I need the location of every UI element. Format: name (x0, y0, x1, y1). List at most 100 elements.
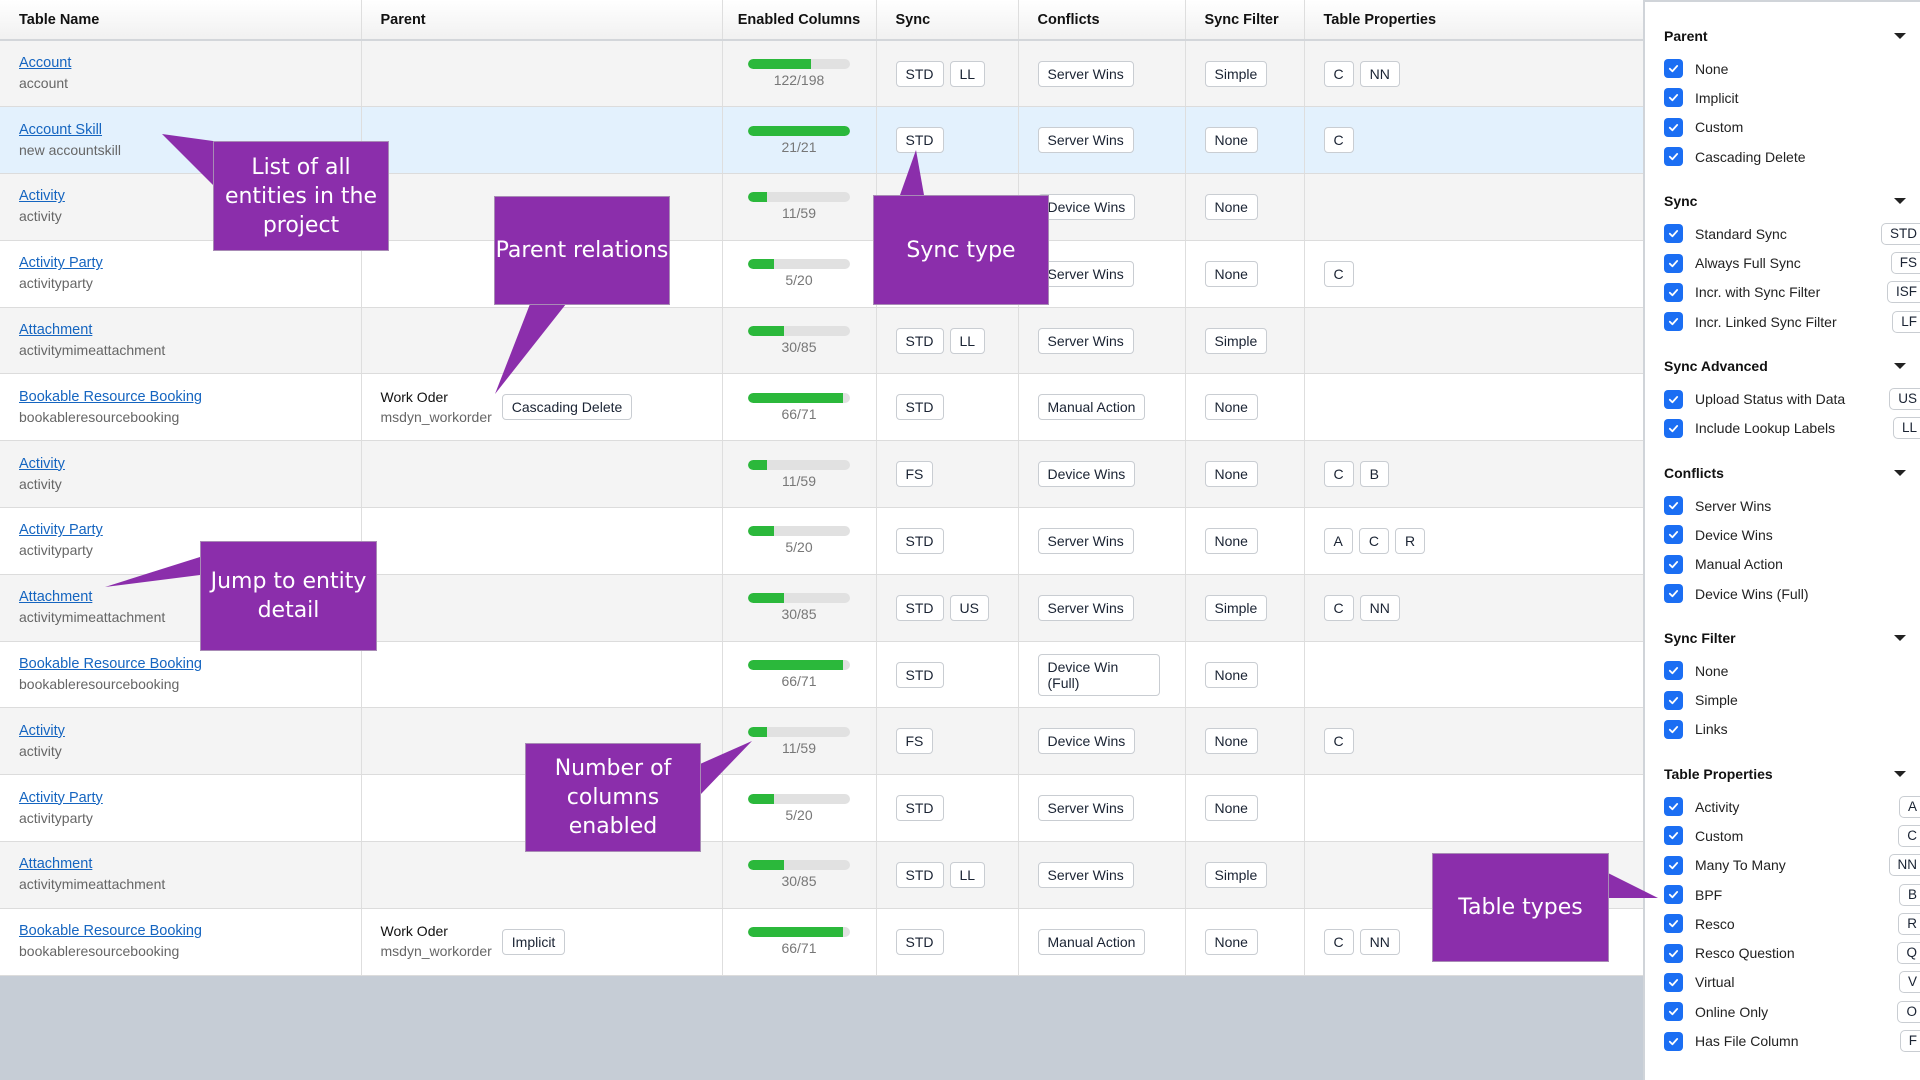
entity-link[interactable]: Attachment (19, 855, 342, 874)
filter-option[interactable]: Custom (1664, 113, 1920, 142)
checkbox[interactable] (1664, 797, 1683, 817)
checkbox[interactable] (1664, 312, 1683, 332)
checkbox[interactable] (1664, 282, 1683, 302)
table-row[interactable]: Activity Party activityparty 5/20 STD Server… (0, 774, 1644, 843)
filter-section-header[interactable]: Sync Filter (1664, 626, 1920, 650)
table-row[interactable]: Activity activity 11/59 FS Device Wins None C (0, 707, 1644, 776)
checkbox[interactable] (1664, 719, 1683, 739)
entity-link[interactable]: Attachment (19, 321, 342, 340)
table-row[interactable]: Attachment activitymimeattachment 30/85 STD… (0, 841, 1644, 909)
filter-option[interactable]: Standard Sync STD (1664, 219, 1920, 248)
table-property-badge[interactable]: A (1323, 527, 1353, 554)
filter-option[interactable]: Upload Status with Data US (1664, 384, 1920, 413)
parent-relation-badge[interactable]: Cascading Delete (501, 394, 633, 421)
sync-filter-badge[interactable]: Simple (1204, 861, 1268, 888)
conflict-badge[interactable]: Server Wins (1037, 594, 1134, 621)
conflict-badge[interactable]: Server Wins (1037, 861, 1134, 888)
header-sync[interactable]: Sync (876, 0, 1019, 41)
header-enabled-columns[interactable]: Enabled Columns (722, 0, 877, 41)
table-property-badge[interactable]: C (1323, 60, 1354, 87)
sync-badge[interactable]: STD (895, 60, 944, 87)
header-table-name[interactable]: Table Name (0, 0, 362, 41)
chevron-down-icon[interactable] (1894, 363, 1906, 370)
entity-link[interactable]: Activity (19, 722, 342, 741)
header-sync-filter[interactable]: Sync Filter (1185, 0, 1305, 41)
conflict-badge[interactable]: Device Wins (1037, 193, 1136, 220)
checkbox[interactable] (1664, 496, 1683, 516)
sync-filter-badge[interactable]: None (1204, 461, 1258, 488)
checkbox[interactable] (1664, 943, 1683, 963)
sync-badge[interactable]: STD (895, 327, 944, 354)
entity-link[interactable]: Activity Party (19, 254, 342, 273)
table-row[interactable]: Bookable Resource Booking bookableresourc… (0, 373, 1644, 442)
chevron-down-icon[interactable] (1894, 469, 1906, 476)
sync-badge[interactable]: STD (895, 861, 944, 888)
conflict-badge[interactable]: Manual Action (1037, 928, 1146, 955)
checkbox[interactable] (1664, 972, 1683, 992)
table-property-badge[interactable]: B (1359, 461, 1389, 488)
table-property-badge[interactable]: C (1323, 728, 1354, 755)
table-row[interactable]: Attachment activitymimeattachment 30/85 STD… (0, 307, 1644, 375)
sync-filter-badge[interactable]: Simple (1204, 60, 1268, 87)
sync-badge[interactable]: STD (895, 594, 944, 621)
checkbox[interactable] (1664, 661, 1683, 681)
conflict-badge[interactable]: Server Wins (1037, 327, 1134, 354)
table-property-badge[interactable]: NN (1359, 594, 1400, 621)
table-property-badge[interactable]: C (1323, 928, 1354, 955)
checkbox[interactable] (1664, 1031, 1683, 1051)
sync-filter-badge[interactable]: None (1204, 527, 1258, 554)
filter-option[interactable]: Cascading Delete (1664, 142, 1920, 171)
checkbox[interactable] (1664, 224, 1683, 244)
sync-badge[interactable]: FS (895, 461, 934, 488)
conflict-badge[interactable]: Server Wins (1037, 260, 1134, 287)
checkbox[interactable] (1664, 389, 1683, 409)
entity-link[interactable]: Activity Party (19, 789, 342, 808)
entity-link[interactable]: Activity (19, 455, 342, 474)
conflict-badge[interactable]: Server Wins (1037, 527, 1134, 554)
sync-filter-badge[interactable]: None (1204, 127, 1258, 154)
header-parent[interactable]: Parent (361, 0, 723, 41)
sync-filter-badge[interactable]: None (1204, 661, 1258, 688)
chevron-down-icon[interactable] (1894, 771, 1906, 778)
conflict-badge[interactable]: Server Wins (1037, 127, 1134, 154)
table-property-badge[interactable]: C (1358, 527, 1389, 554)
filter-option[interactable]: Online Only O (1664, 997, 1920, 1026)
filter-option[interactable]: Resco Question Q (1664, 939, 1920, 968)
conflict-badge[interactable]: Server Wins (1037, 795, 1134, 822)
sync-badge[interactable]: STD (895, 127, 944, 154)
filter-option[interactable]: Custom C (1664, 821, 1920, 850)
checkbox[interactable] (1664, 59, 1683, 79)
sync-filter-badge[interactable]: Simple (1204, 594, 1268, 621)
filter-option[interactable]: Implicit (1664, 83, 1920, 112)
checkbox[interactable] (1664, 418, 1683, 438)
filter-option[interactable]: Virtual V (1664, 968, 1920, 997)
conflict-badge[interactable]: Manual Action (1037, 394, 1146, 421)
filter-option[interactable]: Resco R (1664, 909, 1920, 938)
filter-option[interactable]: None (1664, 54, 1920, 83)
checkbox[interactable] (1664, 117, 1683, 137)
filter-option[interactable]: Simple (1664, 685, 1920, 714)
sync-badge[interactable]: LL (949, 861, 986, 888)
filter-section-header[interactable]: Sync (1664, 189, 1920, 213)
sync-badge[interactable]: LL (949, 327, 986, 354)
sync-filter-badge[interactable]: None (1204, 394, 1258, 421)
conflict-badge[interactable]: Server Wins (1037, 60, 1134, 87)
checkbox[interactable] (1664, 1002, 1683, 1022)
filter-option[interactable]: Activity A (1664, 792, 1920, 821)
entity-link[interactable]: Activity Party (19, 521, 342, 540)
chevron-down-icon[interactable] (1894, 635, 1906, 642)
checkbox[interactable] (1664, 826, 1683, 846)
filter-option[interactable]: Has File Column F (1664, 1026, 1920, 1055)
filter-section-header[interactable]: Parent (1664, 24, 1920, 48)
entity-link[interactable]: Bookable Resource Booking (19, 388, 342, 407)
conflict-badge[interactable]: Device Wins (1037, 461, 1136, 488)
filter-option[interactable]: Device Wins (Full) (1664, 579, 1920, 608)
table-property-badge[interactable]: C (1323, 594, 1354, 621)
sync-filter-badge[interactable]: None (1204, 193, 1258, 220)
header-conflicts[interactable]: Conflicts (1018, 0, 1186, 41)
filter-option[interactable]: Always Full Sync FS (1664, 248, 1920, 277)
checkbox[interactable] (1664, 525, 1683, 545)
filter-section-header[interactable]: Table Properties (1664, 762, 1920, 786)
filter-option[interactable]: Incr. Linked Sync Filter LF (1664, 307, 1920, 336)
conflict-badge[interactable]: Device Win (Full) (1037, 653, 1160, 696)
